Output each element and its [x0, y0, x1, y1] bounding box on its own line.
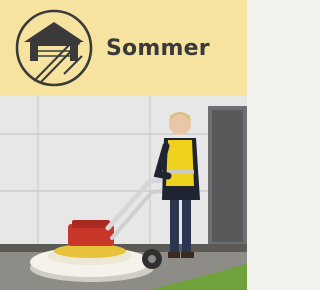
barn-garage-icon: [15, 9, 93, 87]
card-header: Sommer: [0, 0, 247, 96]
season-title: Sommer: [106, 36, 210, 61]
season-card: Sommer: [0, 0, 247, 290]
cleaning-machine-photo: [0, 96, 247, 290]
